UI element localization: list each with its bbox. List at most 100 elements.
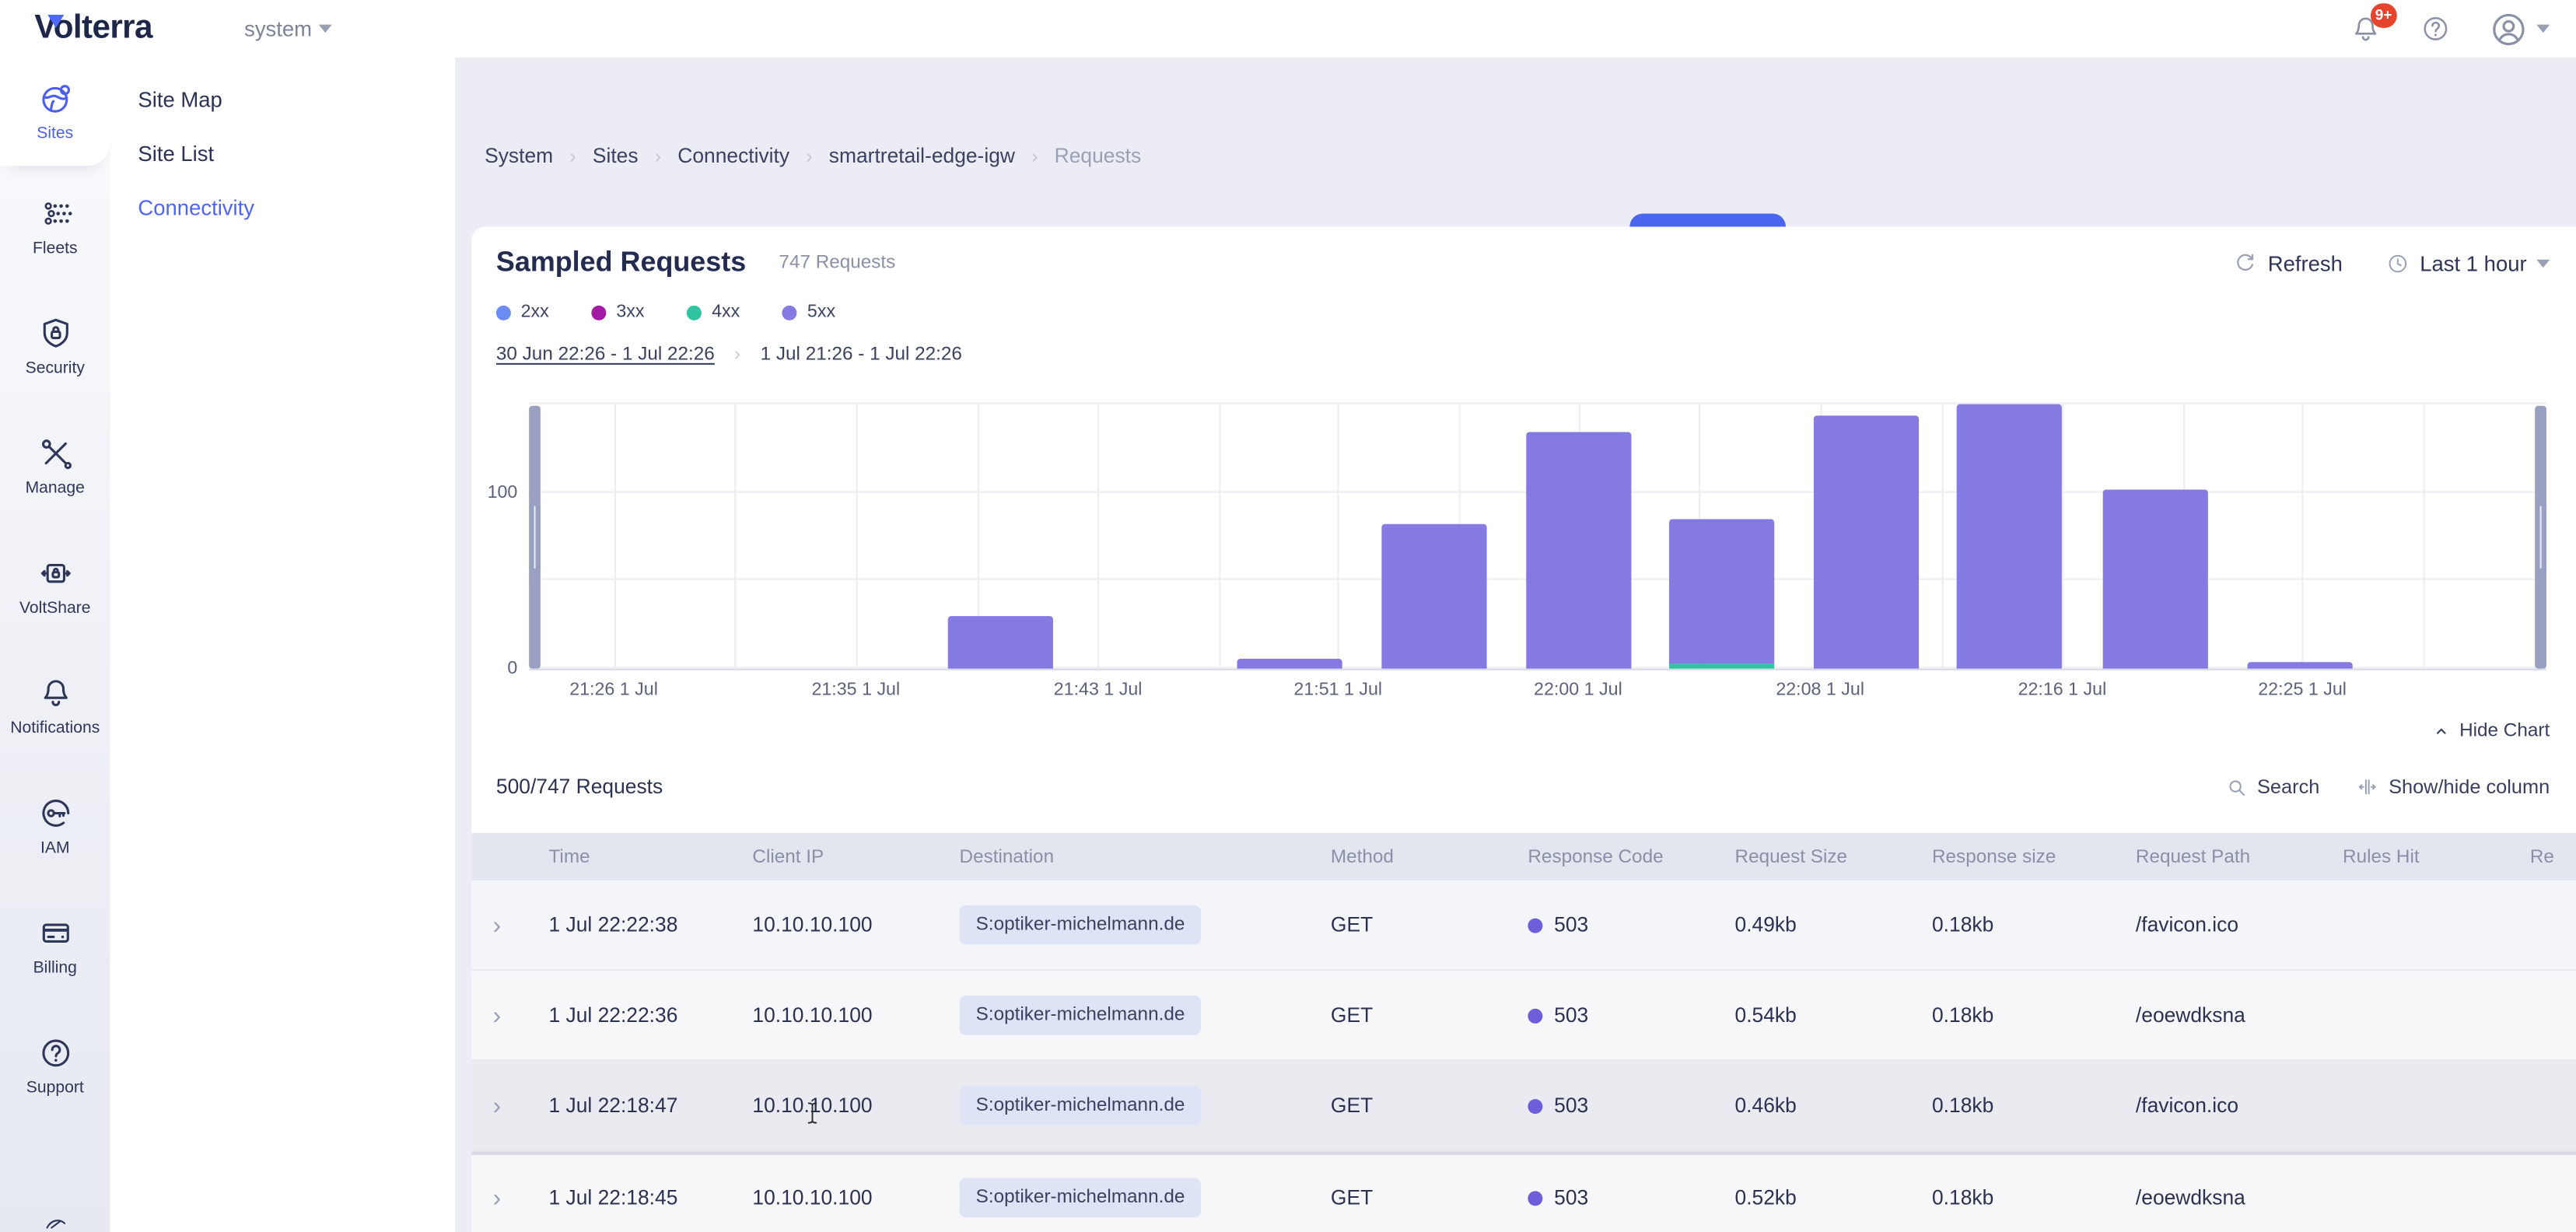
cell-response-code: 503: [1528, 1004, 1734, 1027]
rail-item-security[interactable]: Security: [0, 286, 110, 406]
cell-client-ip: 10.10.10.100: [752, 913, 959, 936]
cell-destination[interactable]: S:optiker-michelmann.de: [960, 996, 1331, 1035]
tenant-selector[interactable]: system: [244, 16, 331, 41]
rail-item-fleets[interactable]: Fleets: [0, 166, 110, 285]
table-row[interactable]: ›1 Jul 22:22:3810.10.10.100S:optiker-mic…: [471, 880, 2576, 971]
table-row[interactable]: ›1 Jul 22:18:4710.10.10.100S:optiker-mic…: [471, 1062, 2576, 1152]
cell-request-size: 0.52kb: [1735, 1186, 1932, 1209]
rail-item-label: Notifications: [10, 719, 100, 737]
rail-item-support[interactable]: Support: [0, 1006, 110, 1125]
gridline: [1219, 403, 1220, 669]
bar-segment-5xx: [1814, 415, 1919, 669]
user-menu-button[interactable]: [2489, 9, 2550, 49]
volterra-logo: Volterra: [34, 10, 152, 48]
breadcrumb-system[interactable]: System: [485, 145, 553, 168]
hide-chart-button[interactable]: Hide Chart: [2431, 721, 2550, 740]
show-hide-label: Show/hide column: [2389, 775, 2550, 799]
legend-item-4xx[interactable]: 4xx: [687, 303, 740, 322]
previous-range-link[interactable]: 30 Jun 22:26 - 1 Jul 22:26: [496, 345, 715, 365]
breadcrumb-requests: Requests: [1055, 145, 1142, 168]
column-header-response-size[interactable]: Response size: [1932, 847, 2136, 866]
expand-row-chevron-icon[interactable]: ›: [493, 1001, 549, 1029]
legend-item-3xx[interactable]: 3xx: [592, 303, 645, 322]
rail-item-sites[interactable]: Sites: [0, 58, 110, 166]
cell-destination[interactable]: S:optiker-michelmann.de: [960, 1178, 1331, 1217]
notification-badge: 9+: [2370, 2, 2396, 27]
chart-bar[interactable]: [1957, 404, 2062, 669]
breadcrumb-smartretail-edge-igw[interactable]: smartretail-edge-igw: [829, 145, 1015, 168]
expand-row-chevron-icon[interactable]: ›: [493, 1184, 549, 1212]
column-header-rules-hit[interactable]: Rules Hit: [2343, 847, 2530, 866]
chart-bar[interactable]: [2248, 662, 2353, 669]
expand-row-chevron-icon[interactable]: ›: [493, 911, 549, 939]
legend-item-2xx[interactable]: 2xx: [496, 303, 549, 322]
legend-dot-icon: [782, 305, 797, 320]
chevron-up-icon: [2431, 721, 2451, 740]
rail-item-label: Security: [26, 359, 85, 377]
cell-destination[interactable]: S:optiker-michelmann.de: [960, 1086, 1331, 1125]
rail-item-voltshare[interactable]: VoltShare: [0, 526, 110, 646]
cell-method: GET: [1331, 913, 1528, 936]
destination-pill[interactable]: S:optiker-michelmann.de: [960, 905, 1202, 945]
cell-response-size: 0.18kb: [1932, 1094, 2136, 1118]
cell-destination[interactable]: S:optiker-michelmann.de: [960, 905, 1331, 945]
rail-item-label: IAM: [40, 838, 70, 856]
destination-pill[interactable]: S:optiker-michelmann.de: [960, 1178, 1202, 1217]
table-row[interactable]: ›1 Jul 22:22:3610.10.10.100S:optiker-mic…: [471, 971, 2576, 1061]
refresh-button[interactable]: Refresh: [2233, 250, 2343, 275]
chart-bar[interactable]: [948, 616, 1053, 669]
search-label: Search: [2257, 775, 2319, 799]
rail-item-iam[interactable]: IAM: [0, 765, 110, 885]
column-header-re[interactable]: Re: [2530, 847, 2576, 866]
question-circle-icon: [37, 1034, 73, 1070]
show-hide-column-button[interactable]: Show/hide column: [2356, 775, 2550, 799]
rail-item-notifications[interactable]: Notifications: [0, 646, 110, 765]
breadcrumb-sites[interactable]: Sites: [593, 145, 639, 168]
chart-bar[interactable]: [1668, 519, 1773, 668]
column-header-request-path[interactable]: Request Path: [2136, 847, 2343, 866]
bar-segment-5xx: [2102, 489, 2207, 669]
notifications-bell-button[interactable]: 9+: [2350, 12, 2382, 45]
legend-dot-icon: [496, 305, 511, 320]
table-row[interactable]: ›1 Jul 22:18:4510.10.10.100S:optiker-mic…: [471, 1152, 2576, 1232]
breadcrumb-connectivity[interactable]: Connectivity: [677, 145, 789, 168]
chart-bar[interactable]: [2102, 489, 2207, 669]
rail-item-billing[interactable]: Billing: [0, 886, 110, 1006]
destination-pill[interactable]: S:optiker-michelmann.de: [960, 1086, 1202, 1125]
expand-row-chevron-icon[interactable]: ›: [493, 1092, 549, 1120]
status-dot-icon: [1528, 1098, 1542, 1113]
legend-item-5xx[interactable]: 5xx: [782, 303, 835, 322]
chart-bar[interactable]: [1525, 432, 1630, 669]
x-axis-label: 21:26 1 Jul: [569, 680, 658, 699]
rail-item-manage[interactable]: Manage: [0, 406, 110, 526]
column-header-time[interactable]: Time: [548, 847, 752, 866]
current-range-label: 1 Jul 21:26 - 1 Jul 22:26: [761, 345, 962, 365]
brush-handle-right[interactable]: [2535, 406, 2546, 669]
response-code-value: 503: [1554, 1004, 1588, 1027]
cell-response-code: 503: [1528, 1186, 1734, 1209]
column-header-method[interactable]: Method: [1331, 847, 1528, 866]
tenant-label: system: [244, 16, 312, 41]
chart-request-count: 747 Requests: [779, 253, 895, 272]
chart-bar[interactable]: [1382, 524, 1487, 669]
column-header-request-size[interactable]: Request Size: [1735, 847, 1932, 866]
destination-pill[interactable]: S:optiker-michelmann.de: [960, 996, 1202, 1035]
chart-bar[interactable]: [1814, 415, 1919, 669]
sidebar-item-site-map[interactable]: Site Map: [110, 72, 456, 127]
help-button[interactable]: [2420, 13, 2451, 44]
chart-bar[interactable]: [1237, 658, 1342, 669]
column-header-response-code[interactable]: Response Code: [1528, 847, 1734, 866]
sidebar-item-connectivity[interactable]: Connectivity: [110, 180, 456, 235]
rail-item-label: Manage: [26, 479, 85, 497]
legend-dot-icon: [687, 305, 702, 320]
chart-header: Sampled Requests 747 Requests Refresh La…: [496, 247, 2550, 279]
time-range-selector[interactable]: Last 1 hour: [2385, 250, 2550, 275]
brush-handle-left[interactable]: [529, 406, 541, 669]
search-button[interactable]: Search: [2226, 775, 2319, 799]
rail-item-label: Billing: [33, 958, 77, 976]
cell-request-path: /favicon.ico: [2136, 913, 2343, 936]
cell-response-size: 0.18kb: [1932, 913, 2136, 936]
column-header-client-ip[interactable]: Client IP: [752, 847, 959, 866]
sidebar-item-site-list[interactable]: Site List: [110, 127, 456, 181]
column-header-destination[interactable]: Destination: [960, 847, 1331, 866]
